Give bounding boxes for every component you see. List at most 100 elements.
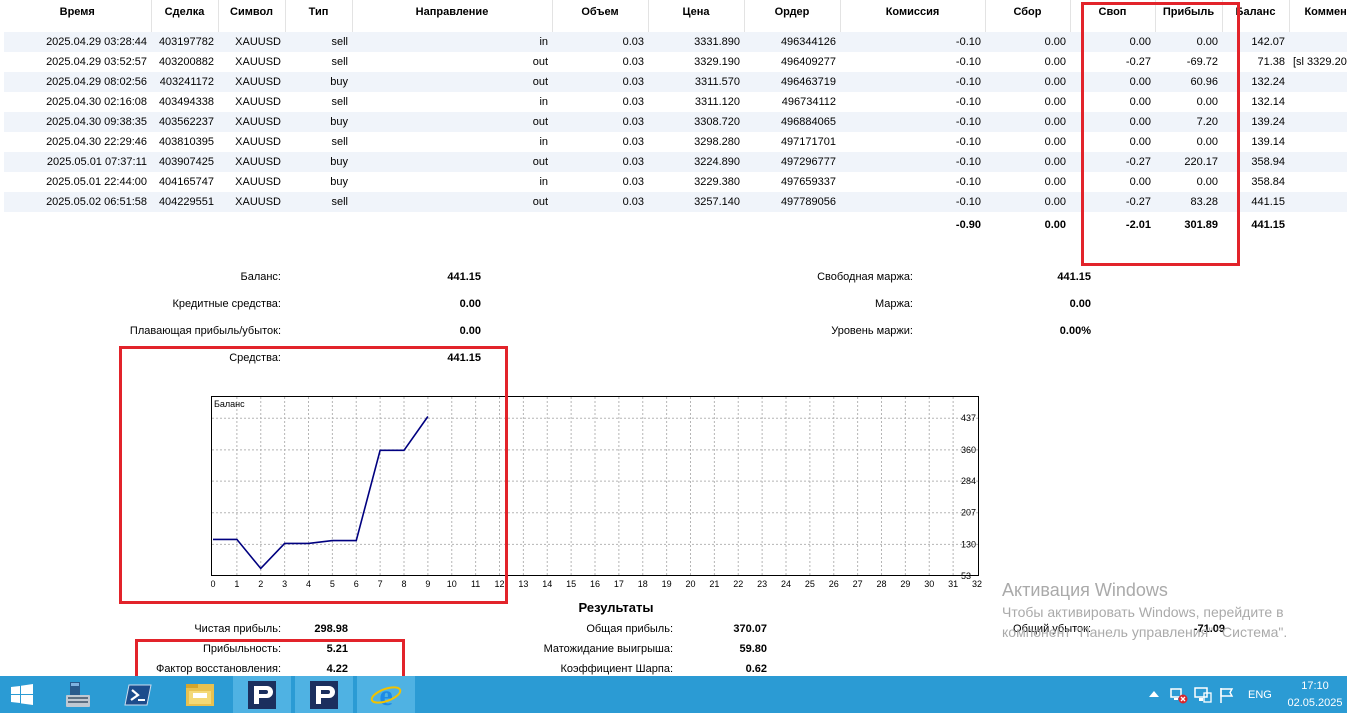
cell-direction: in [539, 176, 548, 188]
cell-volume: 0.03 [622, 56, 644, 68]
x-tick-label: 27 [853, 579, 863, 589]
cell-type: buy [285, 72, 352, 92]
file-explorer-button[interactable] [171, 676, 229, 713]
col-header-direction[interactable]: Направление [352, 0, 553, 32]
col-header-symbol[interactable]: Символ [218, 0, 286, 32]
start-button[interactable] [0, 676, 44, 713]
cell-comment [1289, 112, 1347, 132]
cell-commission: -0.10 [840, 32, 985, 52]
monitor-icon[interactable] [1194, 686, 1212, 704]
x-tick-label: 26 [829, 579, 839, 589]
floating-pl-label: Плавающая прибыль/убыток: [129, 325, 281, 337]
cell-fee: 0.00 [985, 192, 1070, 212]
cell-type: sell [331, 136, 348, 148]
clock-date[interactable]: 02.05.2025 [1286, 697, 1344, 709]
cell-type: buy [285, 152, 352, 172]
x-tick-label: 14 [542, 579, 552, 589]
col-header-commission[interactable]: Комиссия [840, 0, 986, 32]
cell-comment [1289, 92, 1347, 112]
col-header-price[interactable]: Цена [648, 0, 745, 32]
cell-time: 2025.04.29 08:02:56 [4, 72, 151, 92]
cell-volume: 0.03 [552, 32, 648, 52]
cell-order: 496884065 [744, 112, 840, 132]
cell-symbol: XAUUSD [218, 112, 285, 132]
cell-time: 2025.05.01 07:37:11 [4, 152, 151, 172]
cell-order: 497296777 [744, 152, 840, 172]
cell-price: 3298.280 [694, 136, 740, 148]
free-margin-label: Свободная маржа: [817, 271, 913, 283]
x-tick-label: 32 [972, 579, 982, 589]
cell-deal: 404229551 [151, 192, 218, 212]
cell-fee: 0.00 [1044, 136, 1066, 148]
col-header-order[interactable]: Ордер [744, 0, 841, 32]
cell-volume: 0.03 [622, 96, 644, 108]
clock-time[interactable]: 17:10 [1286, 680, 1344, 692]
cell-direction: out [352, 152, 552, 172]
total-empty-cell [4, 212, 151, 238]
cell-order: 497659337 [780, 176, 836, 188]
cell-comment [1289, 72, 1347, 92]
cell-deal: 403197782 [151, 32, 218, 52]
internet-explorer-button[interactable]: e [357, 676, 415, 713]
metatrader-button-2[interactable] [295, 676, 353, 713]
cell-type: sell [331, 56, 348, 68]
x-tick-label: 23 [757, 579, 767, 589]
x-tick-label: 28 [876, 579, 886, 589]
x-tick-label: 29 [900, 579, 910, 589]
cell-deal: 403907425 [151, 152, 218, 172]
cell-symbol: XAUUSD [218, 72, 285, 92]
sharpe-label: Коэффициент Шарпа: [560, 663, 673, 675]
col-header-volume[interactable]: Объем [552, 0, 649, 32]
cell-direction: out [352, 72, 552, 92]
col-header-type[interactable]: Тип [285, 0, 353, 32]
cell-price: 3257.140 [648, 192, 744, 212]
cell-time: 2025.04.29 03:52:57 [46, 56, 147, 68]
cell-price: 3329.190 [694, 56, 740, 68]
highlight-equity-chart-box [119, 346, 508, 604]
cell-symbol: XAUUSD [218, 192, 285, 212]
x-tick-label: 21 [709, 579, 719, 589]
activation-watermark-line2: компонент "Панель управления" "Система". [1002, 624, 1288, 640]
x-tick-label: 31 [948, 579, 958, 589]
cell-commission: -0.10 [840, 152, 985, 172]
cell-type: sell [285, 192, 352, 212]
cell-volume: 0.03 [622, 176, 644, 188]
cell-symbol: XAUUSD [218, 32, 285, 52]
language-indicator[interactable]: ENG [1248, 689, 1272, 701]
cell-volume: 0.03 [552, 112, 648, 132]
cell-volume: 0.03 [552, 192, 648, 212]
margin-label: Маржа: [874, 298, 913, 310]
x-tick-label: 30 [924, 579, 934, 589]
cell-time: 2025.04.30 09:38:35 [4, 112, 151, 132]
col-header-fee[interactable]: Сбор [985, 0, 1071, 32]
col-header-comment[interactable]: Комментарий [1289, 0, 1347, 32]
flag-icon[interactable] [1218, 686, 1236, 704]
col-header-deal[interactable]: Сделка [151, 0, 219, 32]
cell-price: 3311.120 [694, 96, 740, 108]
cell-commission: -0.10 [955, 136, 981, 148]
cell-type: buy [330, 176, 348, 188]
server-manager-button[interactable] [48, 676, 106, 713]
cell-direction: in [539, 96, 548, 108]
powershell-icon [124, 684, 152, 705]
margin-value: 0.00 [1069, 298, 1091, 310]
cell-symbol: XAUUSD [218, 152, 285, 172]
cell-deal: 403494338 [158, 96, 214, 108]
cell-direction: out [352, 192, 552, 212]
metatrader-button-1[interactable] [233, 676, 291, 713]
tray-chevron-up-icon[interactable] [1148, 688, 1160, 700]
cell-type: sell [331, 96, 348, 108]
credit-label: Кредитные средства: [172, 298, 281, 310]
total-empty-cell [1289, 212, 1347, 238]
y-tick-label: 360 [961, 445, 976, 455]
col-header-time[interactable]: Время [4, 0, 152, 32]
cell-deal: 403810395 [158, 136, 214, 148]
activation-watermark-title: Активация Windows [1002, 580, 1168, 600]
highlight-profit-balance-box [1081, 2, 1240, 266]
network-warning-icon[interactable] [1170, 686, 1188, 704]
total-empty-cell [151, 212, 218, 238]
powershell-button[interactable] [109, 676, 167, 713]
x-tick-label: 22 [733, 579, 743, 589]
taskbar: e ENG 17:10 02.05.2025 [0, 676, 1347, 713]
cell-direction: in [539, 136, 548, 148]
